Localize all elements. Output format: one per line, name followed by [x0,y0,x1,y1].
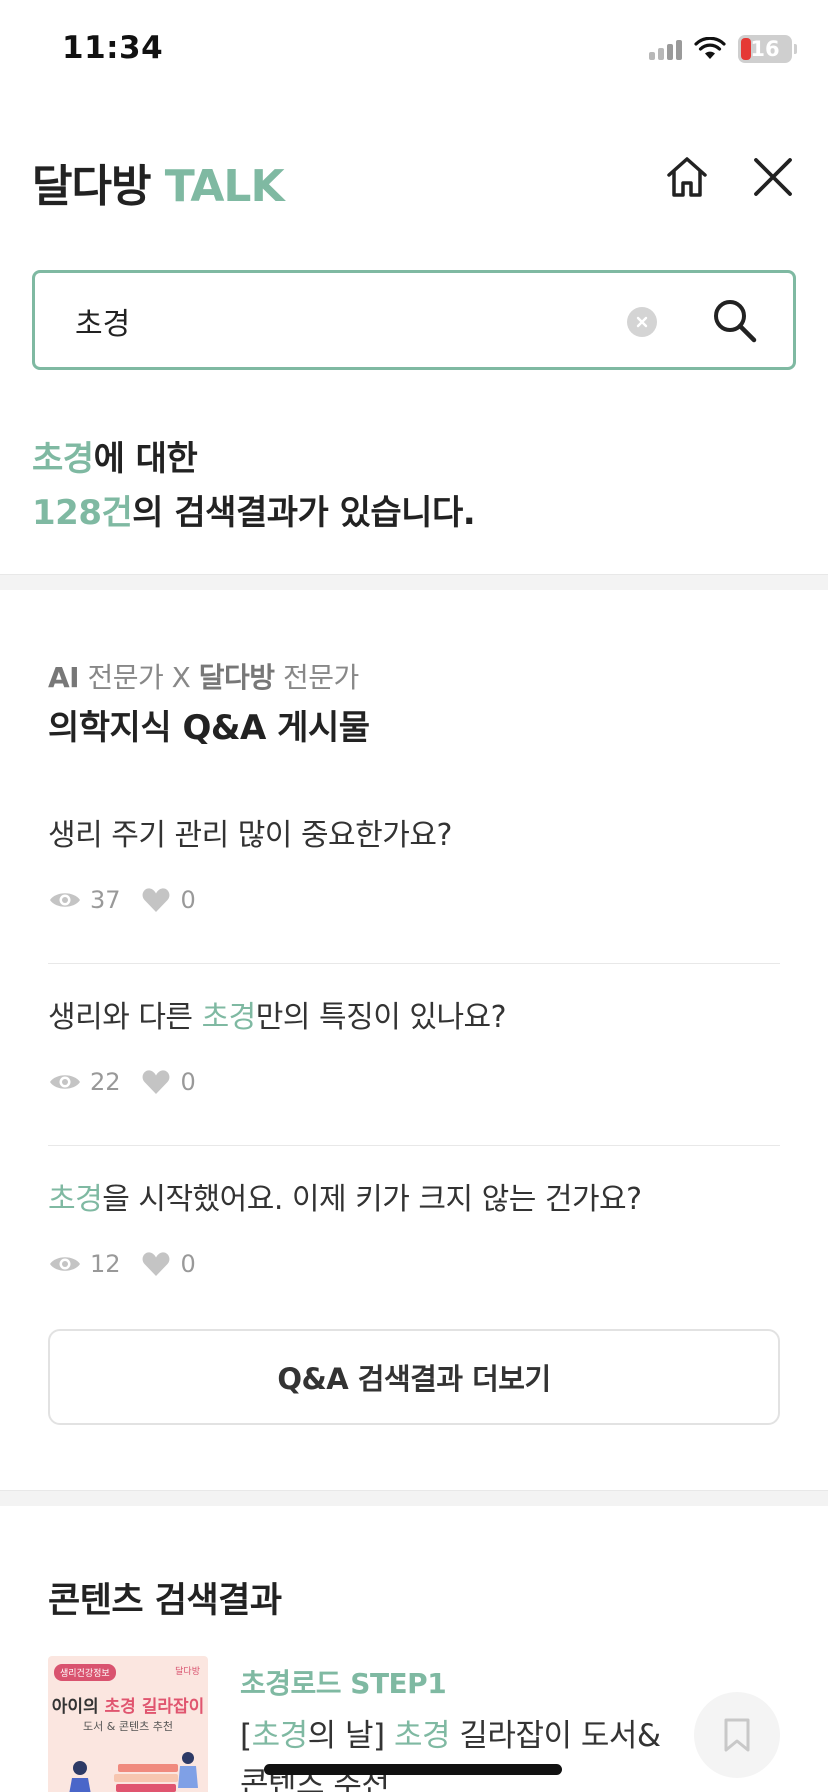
thumbnail-subtitle: 도서 & 콘텐츠 추천 [83,1720,173,1733]
qa-subtitle-mid: 전문가 X [87,661,191,694]
brand-logo: 달다방 TALK [32,150,285,214]
qa-question-text: 생리와 다른 [48,1000,202,1035]
qa-question: 초경을 시작했어요. 이제 키가 크지 않는 건가요? [48,1174,642,1218]
brand-main: 달다방 [32,161,151,212]
like-count: 0 [180,1250,196,1278]
qa-subtitle: AI 전문가 X 달다방 전문가 [48,656,359,696]
summary-line-1: 초경에 대한 [32,432,475,486]
qa-question-text: 만의 특징이 있나요? [255,1000,507,1035]
qa-question: 생리와 다른 초경만의 특징이 있나요? [48,992,507,1036]
content-title-highlight: 초경 [394,1718,451,1754]
qa-meta: 22 0 [48,1068,196,1096]
like-count: 0 [180,1068,196,1096]
search-icon [714,300,757,343]
qa-more-button[interactable]: Q&A 검색결과 더보기 [48,1329,780,1425]
qa-question: 생리 주기 관리 많이 중요한가요? [48,810,452,854]
thumbnail-tag: 생리건강정보 [54,1664,116,1681]
bookmark-icon [724,1718,750,1752]
qa-list-item[interactable]: 초경을 시작했어요. 이제 키가 크지 않는 건가요? 12 0 [48,1146,780,1328]
bookmark-button[interactable] [694,1692,780,1778]
qa-subtitle-end: 전문가 [282,661,359,694]
qa-section-title: 의학지식 Q&A 게시물 [48,708,370,748]
qa-question-text: 을 시작했어요. 이제 키가 크지 않는 건가요? [102,1182,642,1217]
thumbnail-title: 아이의 초경 길라잡이 [48,1692,208,1717]
heart-icon[interactable] [141,1250,171,1278]
eye-icon [50,893,80,907]
view-count: 37 [90,886,121,914]
clear-icon [636,316,648,328]
qa-subtitle-ai: AI [48,661,80,694]
battery-level: 16 [750,37,780,61]
qa-list-item[interactable]: 생리 주기 관리 많이 중요한가요? 37 0 [48,782,780,964]
content-section-title: 콘텐츠 검색결과 [48,1581,282,1621]
close-icon [754,158,792,196]
home-indicator [264,1764,562,1775]
content-thumbnail: 생리건강정보 달다방 아이의 초경 길라잡이 도서 & 콘텐츠 추천 [48,1656,208,1792]
eye-icon [50,1075,80,1089]
view-count: 22 [90,1068,121,1096]
brand-accent: TALK [164,161,285,212]
wifi-icon [694,37,726,59]
view-count: 12 [90,1250,121,1278]
status-bar: 11:34 16 [0,0,828,100]
home-button[interactable] [660,150,714,204]
thumbnail-title-text: 아이의 [51,1697,105,1717]
search-input[interactable] [75,297,615,345]
header: 달다방 TALK [0,130,828,224]
content-category: 초경로드 STEP1 [240,1667,447,1700]
status-time: 11:34 [62,30,164,66]
qa-list-item[interactable]: 생리와 다른 초경만의 특징이 있나요? 22 0 [48,964,780,1146]
qa-meta: 37 0 [48,886,196,914]
qa-question-highlight: 초경 [201,1000,257,1035]
battery-icon: 16 [738,35,797,63]
search-summary: 초경에 대한 128건의 검색결과가 있습니다. [32,432,476,540]
section-divider [0,574,828,590]
summary-line2-suffix: 의 검색결과가 있습니다. [132,493,476,533]
heart-icon[interactable] [141,1068,171,1096]
qa-subtitle-brand: 달다방 [198,661,275,694]
qa-question-text: 생리 주기 관리 많이 중요한가요? [48,818,452,853]
eye-icon [50,1257,80,1271]
content-title-highlight: 초경 [251,1718,309,1754]
close-button[interactable] [746,150,800,204]
qa-meta: 12 0 [48,1250,196,1278]
heart-icon[interactable] [141,886,171,914]
summary-line-2: 128건의 검색결과가 있습니다. [32,486,476,540]
content-title-text: 의 날] [307,1718,394,1754]
like-count: 0 [180,886,196,914]
home-icon [667,157,707,197]
search-button[interactable] [709,295,761,347]
thumbnail-brand: 달다방 [175,1667,200,1677]
summary-keyword: 초경 [32,439,94,479]
qa-question-highlight: 초경 [48,1182,103,1217]
content-title: [초경의 날] 초경 길라잡이 도서&콘텐츠 추천 [240,1712,680,1792]
thumbnail-illustration [69,1752,198,1792]
clear-search-button[interactable] [627,307,657,337]
search-box [32,270,796,370]
status-icons: 16 [649,34,797,64]
cellular-signal-icon [649,38,682,60]
thumbnail-title-highlight: 초경 길라잡이 [104,1697,205,1717]
content-title-text: [ [240,1718,252,1754]
section-divider [0,1490,828,1506]
summary-count: 128건 [32,493,133,533]
summary-line1-suffix: 에 대한 [93,439,198,479]
